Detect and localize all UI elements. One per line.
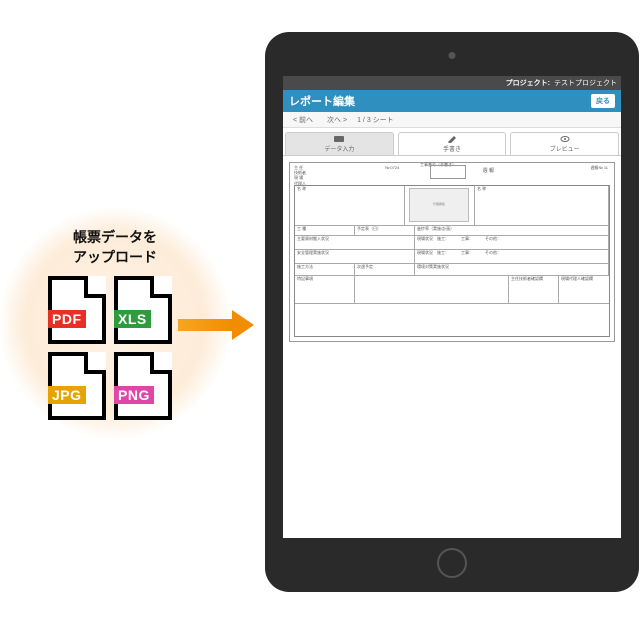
tablet-home-button[interactable] <box>437 548 467 578</box>
pdf-label: PDF <box>48 310 86 328</box>
sheet-header-left: 主 任 技術者 現 場 代理人 <box>294 165 306 186</box>
upload-caption: 帳票データを アップロード <box>0 228 230 267</box>
page-title: レポート編集 <box>289 93 355 109</box>
tablet-camera <box>449 52 456 59</box>
tablet-frame: プロジェクト: テストプロジェクト レポート編集 戻る < 前へ 次へ > 1 … <box>265 32 639 592</box>
cell-method[interactable]: 施工方法 <box>295 264 355 275</box>
cell-work[interactable]: 工 種 <box>295 226 355 235</box>
jpg-label: JPG <box>48 386 86 404</box>
cell-footer2[interactable]: 現場代理人確認欄 <box>559 276 609 303</box>
next-button[interactable]: 次へ > <box>323 114 351 126</box>
cell-footer1[interactable]: 主任技術者確認欄 <box>509 276 559 303</box>
caption-line1: 帳票データを <box>73 229 157 245</box>
sheet-number: № 0724 <box>385 165 399 170</box>
caption-line2: アップロード <box>73 249 157 265</box>
tab-label: プレビュー <box>550 144 580 153</box>
app-screen: プロジェクト: テストプロジェクト レポート編集 戻る < 前へ 次へ > 1 … <box>283 76 621 538</box>
cell-special-body[interactable] <box>355 276 509 303</box>
cell-sample2[interactable]: 現場状況 施工： 工事： その他： <box>415 250 609 263</box>
sheet-indicator: 1 / 3 シート <box>357 115 394 125</box>
pencil-icon <box>447 135 457 143</box>
cell-progress[interactable]: 進捗率（実施/計画） <box>415 226 609 235</box>
eye-icon <box>560 135 570 143</box>
arrow-icon <box>178 310 258 340</box>
tab-data-input[interactable]: データ入力 <box>285 132 394 155</box>
project-label: プロジェクト: <box>506 78 550 88</box>
keyboard-icon <box>334 135 344 143</box>
photo-placeholder[interactable]: 代理看板 <box>409 188 469 222</box>
xls-label: XLS <box>114 310 151 328</box>
back-button[interactable]: 戻る <box>591 94 615 108</box>
sheet-grid: 名 称 代理看板 名 称 工 種 予定表（日） 進捗率（実施/計画） 主要資材搬… <box>294 185 610 337</box>
code-box[interactable] <box>430 165 466 179</box>
cell-photo[interactable]: 代理看板 <box>405 186 475 225</box>
cell-env[interactable]: 環境対策実施状況 <box>415 264 609 275</box>
report-sheet[interactable]: 主 任 技術者 現 場 代理人 № 0724 工事番号（手書き） 週 報 週報№… <box>289 162 615 342</box>
mode-tabs: データ入力 手書き プレビュー <box>283 128 621 156</box>
tab-label: データ入力 <box>324 144 354 153</box>
title-bar: レポート編集 戻る <box>283 90 621 112</box>
cell-name1[interactable]: 名 称 <box>295 186 405 225</box>
cell-safety[interactable]: 安全管理実施状況 <box>295 250 415 263</box>
cell-sample1[interactable]: 現場状況 施工： 工事： その他： <box>415 236 609 249</box>
sheet-title: 週 報 <box>483 167 494 174</box>
jpg-file-icon: JPG <box>48 352 106 420</box>
file-type-grid: PDF XLS JPG PNG <box>48 276 174 422</box>
sheet-nav: < 前へ 次へ > 1 / 3 シート <box>283 112 621 128</box>
prev-button[interactable]: < 前へ <box>289 114 317 126</box>
sheet-page: 週報№ 11 <box>590 165 608 171</box>
cell-material[interactable]: 主要資材搬入状況 <box>295 236 415 249</box>
cell-special[interactable]: 特記事項 <box>295 276 355 303</box>
document-area[interactable]: 主 任 技術者 現 場 代理人 № 0724 工事番号（手書き） 週 報 週報№… <box>283 156 621 538</box>
pdf-file-icon: PDF <box>48 276 106 344</box>
tab-handwrite[interactable]: 手書き <box>398 132 507 155</box>
cell-next[interactable]: 次週予定 <box>355 264 415 275</box>
cell-schedule[interactable]: 予定表（日） <box>355 226 415 235</box>
png-file-icon: PNG <box>114 352 172 420</box>
tab-preview[interactable]: プレビュー <box>510 132 619 155</box>
project-name: テストプロジェクト <box>554 78 617 88</box>
project-bar: プロジェクト: テストプロジェクト <box>283 76 621 90</box>
cell-name2[interactable]: 名 称 <box>475 186 609 225</box>
xls-file-icon: XLS <box>114 276 172 344</box>
png-label: PNG <box>114 386 154 404</box>
tab-label: 手書き <box>443 144 461 153</box>
